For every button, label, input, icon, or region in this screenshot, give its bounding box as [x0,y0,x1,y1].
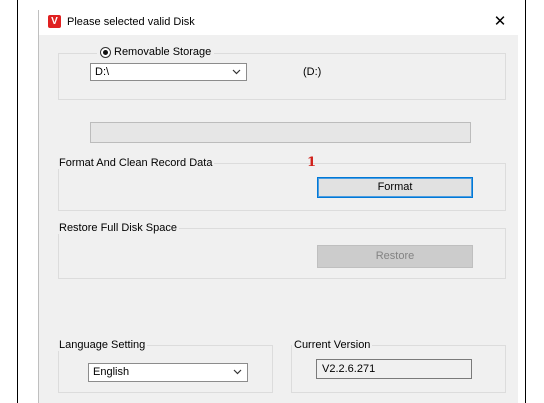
storage-group: Removable Storage D:\ (D:) [58,46,506,100]
format-button[interactable]: Format [317,177,473,198]
version-value: V2.2.6.271 [322,363,376,375]
drive-select-value: D:\ [95,66,110,78]
removable-storage-radio[interactable]: Removable Storage [97,46,215,58]
restore-group: Restore Full Disk Space Restore [57,222,506,279]
app-logo-icon: V [48,15,61,28]
restore-section-title: Restore Full Disk Space [57,222,179,234]
progress-bar [90,122,471,143]
removable-storage-label: Removable Storage [114,46,212,58]
dialog-content: Removable Storage D:\ (D:) Format And Cl… [39,35,518,403]
language-group: Language Setting English [57,339,273,393]
chevron-down-icon [233,367,242,376]
language-select-value: English [93,366,130,378]
language-section-title: Language Setting [57,339,148,351]
close-icon[interactable]: ✕ [490,13,510,31]
version-display: V2.2.6.271 [316,359,472,379]
version-section-title: Current Version [292,339,373,351]
language-select[interactable]: English [88,363,248,382]
radio-selected-icon [100,46,111,58]
window-title: Please selected valid Disk [67,16,195,28]
outer-frame-left-border [17,0,18,403]
chevron-down-icon [232,67,241,76]
format-section-title: Format And Clean Record Data [57,157,215,169]
drive-label: (D:) [303,66,322,78]
version-group: Current Version V2.2.6.271 [291,339,506,393]
step-annotation: 1 [307,155,317,170]
disk-dialog-window: V Please selected valid Disk ✕ Removable… [38,10,518,403]
restore-button[interactable]: Restore [317,245,473,268]
outer-frame-right-border [525,0,526,403]
drive-select[interactable]: D:\ [90,63,247,81]
format-group: Format And Clean Record Data Format [57,157,506,211]
title-bar: V Please selected valid Disk ✕ [39,10,518,35]
